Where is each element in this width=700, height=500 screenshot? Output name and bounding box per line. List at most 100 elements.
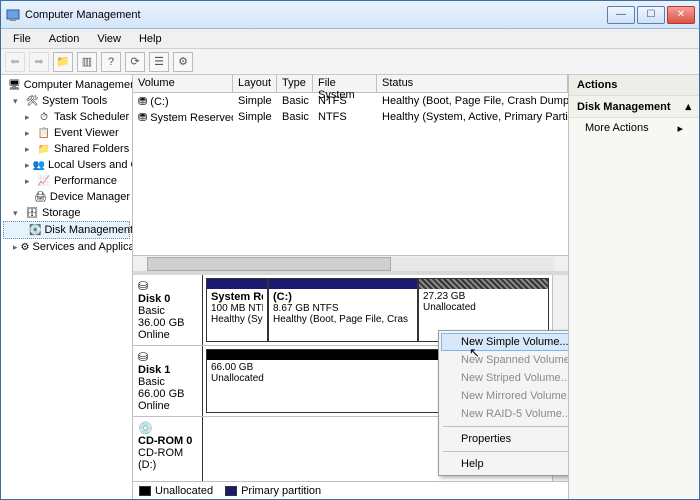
actions-header: Actions — [569, 75, 699, 96]
toolbar: ⬅ ➡ 📁 ▥ ? ⟳ ☰ ⚙ — [1, 49, 699, 75]
back-button[interactable]: ⬅ — [5, 52, 25, 72]
app-window: Computer Management — ☐ ✕ File Action Vi… — [0, 0, 700, 500]
tree-disk-management[interactable]: 💽Disk Management — [3, 221, 130, 239]
storage-icon: 🗄 — [25, 206, 39, 220]
volume-header: Volume Layout Type File System Status — [133, 75, 568, 93]
disk-icon: 💽 — [29, 223, 41, 237]
tree-label: Device Manager — [50, 191, 130, 203]
disk-label: Disk 1 — [138, 364, 197, 376]
volume-row[interactable]: ⛃ System Reserved (E:) Simple Basic NTFS… — [133, 109, 568, 125]
menu-view[interactable]: View — [89, 31, 129, 47]
actions-section[interactable]: Disk Management▴ — [569, 96, 699, 118]
caret-right-icon: ▸ — [25, 112, 34, 123]
tree-label: Services and Applications — [33, 241, 134, 253]
disk-info[interactable]: 💿 CD-ROM 0 CD-ROM (D:) No Media — [133, 417, 203, 481]
tree-label: Performance — [54, 175, 117, 187]
menu-new-striped-volume: New Striped Volume... — [441, 369, 568, 387]
body: 🖥Computer Management (Local) ▾🛠System To… — [1, 75, 699, 499]
center-pane: Volume Layout Type File System Status ⛃ … — [133, 75, 569, 499]
caret-right-icon: ▸ — [25, 160, 30, 171]
drive-icon: ⛃ — [138, 96, 147, 108]
disk-graphic-area: ⛁ Disk 0 Basic 36.00 GB Online System Re… — [133, 275, 568, 481]
disk-icon: ⛁ — [138, 279, 197, 293]
maximize-button[interactable]: ☐ — [637, 6, 665, 24]
volume-row[interactable]: ⛃ (C:) Simple Basic NTFS Healthy (Boot, … — [133, 93, 568, 109]
disk-state: Online — [138, 329, 197, 341]
panel-icon: ▥ — [82, 55, 92, 68]
window-title: Computer Management — [25, 9, 607, 21]
arrow-right-icon: ➡ — [34, 55, 43, 68]
col-layout[interactable]: Layout — [233, 75, 277, 92]
scroll-thumb[interactable] — [147, 257, 391, 271]
disk-type: Basic — [138, 376, 197, 388]
disk-size: 66.00 GB — [138, 388, 197, 400]
menu-new-spanned-volume: New Spanned Volume... — [441, 351, 568, 369]
menu-new-simple-volume[interactable]: New Simple Volume... — [441, 333, 568, 351]
col-volume[interactable]: Volume — [133, 75, 233, 92]
disk-state: Online — [138, 400, 197, 412]
menu-help[interactable]: Help — [131, 31, 170, 47]
menu-help[interactable]: Help — [441, 455, 568, 473]
minimize-button[interactable]: — — [607, 6, 635, 24]
tree-label: Storage — [42, 207, 81, 219]
cdrom-icon: 💿 — [138, 421, 197, 435]
forward-button[interactable]: ➡ — [29, 52, 49, 72]
tree-task-scheduler[interactable]: ▸⏱Task Scheduler — [3, 109, 130, 125]
tree-device-manager[interactable]: 🖨Device Manager — [3, 189, 130, 205]
tree-label: System Tools — [42, 95, 107, 107]
show-hide-button[interactable]: ▥ — [77, 52, 97, 72]
legend-label: Primary partition — [241, 485, 321, 497]
nav-tree[interactable]: 🖥Computer Management (Local) ▾🛠System To… — [1, 75, 133, 499]
close-button[interactable]: ✕ — [667, 6, 695, 24]
caret-right-icon: ▸ — [25, 176, 34, 187]
menu-action[interactable]: Action — [41, 31, 88, 47]
list-icon: ☰ — [154, 55, 164, 68]
tree-root[interactable]: 🖥Computer Management (Local) — [3, 77, 130, 93]
tree-label: Computer Management (Local) — [24, 79, 133, 91]
menu-file[interactable]: File — [5, 31, 39, 47]
chevron-right-icon: ▸ — [677, 122, 683, 135]
volume-rows[interactable]: ⛃ (C:) Simple Basic NTFS Healthy (Boot, … — [133, 93, 568, 255]
tree-label: Local Users and Groups — [48, 159, 133, 171]
actions-more[interactable]: More Actions▸ — [569, 118, 699, 139]
menu-separator — [443, 426, 568, 427]
tree-system-tools[interactable]: ▾🛠System Tools — [3, 93, 130, 109]
folder-icon: 📁 — [37, 142, 51, 156]
arrow-left-icon: ⬅ — [10, 55, 19, 68]
tree-label: Shared Folders — [54, 143, 129, 155]
tree-local-users[interactable]: ▸👥Local Users and Groups — [3, 157, 130, 173]
refresh-icon: ⟳ — [130, 55, 139, 68]
tree-performance[interactable]: ▸📈Performance — [3, 173, 130, 189]
caret-right-icon: ▸ — [25, 144, 34, 155]
help-button[interactable]: ? — [101, 52, 121, 72]
menu-new-mirrored-volume: New Mirrored Volume... — [441, 387, 568, 405]
disk-info[interactable]: ⛁ Disk 0 Basic 36.00 GB Online — [133, 275, 203, 345]
col-fs[interactable]: File System — [313, 75, 377, 92]
volume-list: Volume Layout Type File System Status ⛃ … — [133, 75, 568, 275]
event-icon: 📋 — [37, 126, 51, 140]
tree-storage[interactable]: ▾🗄Storage — [3, 205, 130, 221]
refresh-button[interactable]: ⟳ — [125, 52, 145, 72]
tree-services-apps[interactable]: ▸⚙Services and Applications — [3, 239, 130, 255]
hscrollbar[interactable] — [133, 255, 568, 271]
collapse-icon: ▴ — [685, 100, 691, 113]
titlebar[interactable]: Computer Management — ☐ ✕ — [1, 1, 699, 29]
tree-label: Event Viewer — [54, 127, 119, 139]
partition-system-reserved[interactable]: System Rese 100 MB NTFS Healthy (Syst — [206, 278, 268, 342]
partition-bar-icon — [269, 279, 417, 289]
menu-properties[interactable]: Properties — [441, 430, 568, 448]
col-type[interactable]: Type — [277, 75, 313, 92]
clock-icon: ⏱ — [37, 110, 51, 124]
settings-button[interactable]: ☰ — [149, 52, 169, 72]
up-button[interactable]: 📁 — [53, 52, 73, 72]
partition-c[interactable]: (C:) 8.67 GB NTFS Healthy (Boot, Page Fi… — [268, 278, 418, 342]
caret-right-icon: ▸ — [25, 128, 34, 139]
caret-down-icon: ▾ — [13, 96, 22, 107]
tree-event-viewer[interactable]: ▸📋Event Viewer — [3, 125, 130, 141]
disk-info[interactable]: ⛁ Disk 1 Basic 66.00 GB Online — [133, 346, 203, 416]
users-icon: 👥 — [33, 158, 45, 172]
properties-button[interactable]: ⚙ — [173, 52, 193, 72]
tree-shared-folders[interactable]: ▸📁Shared Folders — [3, 141, 130, 157]
computer-icon: 🖥 — [8, 78, 21, 92]
col-status[interactable]: Status — [377, 75, 568, 92]
